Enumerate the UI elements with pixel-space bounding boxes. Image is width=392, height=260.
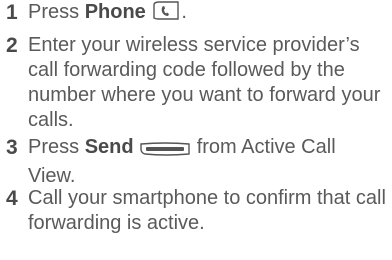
step-number: 3 <box>6 136 18 159</box>
step-text: Enter your wireless service provider’s c… <box>28 34 381 131</box>
step-text: Call your smartphone to confirm that cal… <box>28 187 386 234</box>
key-name-send: Send <box>84 136 134 158</box>
step-number: 4 <box>6 187 18 210</box>
step-number: 2 <box>6 34 18 57</box>
step-text: Press Phone . <box>28 0 388 29</box>
key-name-phone: Phone <box>84 1 146 23</box>
step-text: Press Send from Active Call View. <box>28 136 336 187</box>
step-3: 3 Press Send from Active Call View. <box>0 135 392 189</box>
step-number: 1 <box>6 1 18 24</box>
step-1: 1 Press Phone . <box>0 0 392 29</box>
step-2: 2 Enter your wireless service provider’s… <box>0 33 392 133</box>
phone-key-icon <box>151 0 181 29</box>
send-key-icon <box>139 139 191 164</box>
step-4: 4 Call your smartphone to confirm that c… <box>0 186 392 236</box>
instruction-steps: 1 Press Phone . 2 Enter your wireless se… <box>0 0 392 260</box>
